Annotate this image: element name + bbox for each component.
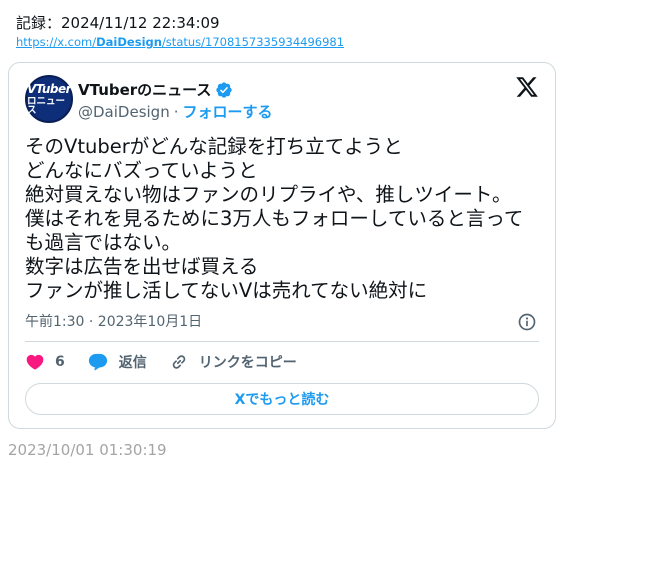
- x-logo-icon[interactable]: [515, 75, 539, 99]
- tweet-card: VTuber ロニュース VTuberのニュース @DaiDesign · フォロー…: [8, 62, 556, 429]
- link-icon: [172, 355, 186, 369]
- info-icon[interactable]: [517, 312, 537, 332]
- avatar-text-line2: ロニュース: [27, 95, 66, 116]
- author-name: VTuberのニュース: [78, 81, 212, 99]
- tweet-timestamp[interactable]: 午前1:30 · 2023年10月1日: [25, 311, 202, 331]
- verified-badge-icon: [215, 81, 233, 99]
- like-count: 6: [55, 354, 65, 370]
- source-link-user: DaiDesign: [96, 35, 162, 49]
- heart-icon: [26, 354, 44, 370]
- author-handle[interactable]: @DaiDesign: [78, 103, 170, 121]
- like-button[interactable]: 6: [25, 352, 65, 372]
- follow-button[interactable]: フォローする: [182, 103, 272, 121]
- record-timestamp: 記録：2024/11/12 22:34:09: [16, 14, 220, 32]
- read-more-button[interactable]: Xでもっと読む: [25, 383, 539, 415]
- avatar-text-line1: VTuber: [26, 81, 72, 96]
- reply-label: 返信: [118, 355, 147, 371]
- reply-bubble-icon: [88, 353, 107, 371]
- copy-link-button[interactable]: リンクをコピー: [169, 352, 297, 372]
- source-link[interactable]: https://x.com/DaiDesign/status/170815733…: [16, 35, 344, 49]
- author-name-row[interactable]: VTuberのニュース: [78, 79, 233, 100]
- copy-link-label: リンクをコピー: [198, 355, 297, 371]
- action-bar: 6 返信 リンクをコピー: [25, 352, 319, 372]
- divider: [25, 341, 539, 342]
- source-link-prefix: https://x.com/: [16, 35, 97, 49]
- avatar[interactable]: VTuber ロニュース: [25, 75, 73, 123]
- archived-timestamp: 2023/10/01 01:30:19: [8, 441, 167, 459]
- reply-button[interactable]: 返信: [87, 352, 147, 372]
- handle-row: @DaiDesign · フォローする: [78, 101, 273, 122]
- source-link-suffix: /status/1708157335934496981: [161, 35, 345, 49]
- tweet-text: そのVtuberがどんな記録を打ち立てようと どんなにバズっていようと 絶対買え…: [25, 135, 524, 302]
- read-more-label: Xでもっと読む: [234, 392, 330, 408]
- separator-dot: ·: [173, 103, 179, 121]
